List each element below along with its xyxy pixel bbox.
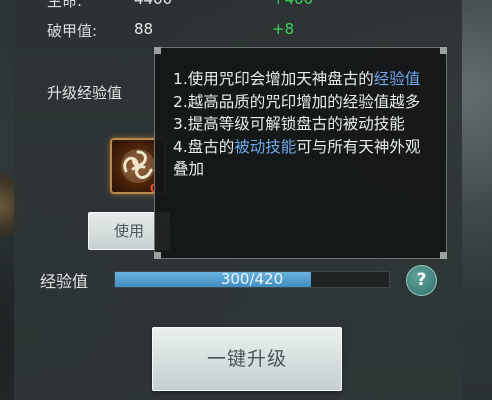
tooltip-line: 2.越高品质的咒印增加的经验值越多: [173, 91, 435, 114]
info-tooltip: 1.使用咒印会增加天神盘古的经验值 2.越高品质的咒印增加的经验值越多 3.提高等级…: [154, 47, 447, 259]
experience-label: 经验值: [40, 272, 89, 291]
tooltip-highlight: 被动技能: [234, 137, 297, 156]
tooltip-line: 4.盘古的被动技能可与所有天神外观叠加: [173, 136, 435, 181]
stat-value-hp: 4400: [134, 0, 172, 8]
tooltip-corner: [154, 252, 161, 259]
tooltip-line: 1.使用咒印会增加天神盘古的经验值: [173, 68, 435, 91]
tooltip-highlight: 经验值: [373, 70, 421, 88]
tooltip-corner: [154, 47, 161, 54]
stat-plus-hp: +400: [272, 0, 313, 8]
experience-value: 300/420: [220, 270, 284, 288]
tooltip-segment: 1.使用咒印会增加天神盘古的: [173, 70, 374, 88]
experience-bar: 300/420: [114, 270, 390, 288]
spiral-seal-icon: [121, 149, 155, 183]
tooltip-text: 1.使用咒印会增加天神盘古的经验值 2.越高品质的咒印增加的经验值越多 3.提高等级…: [173, 68, 435, 181]
tooltip-segment: 4.盘古的: [173, 137, 235, 156]
tooltip-corner: [440, 47, 447, 54]
stat-plus-armor-break: +8: [272, 20, 295, 38]
stat-label-armor-break: 破甲值:: [47, 22, 98, 40]
section-title: 升级经验值: [47, 84, 123, 102]
stat-value-armor-break: 88: [134, 20, 154, 38]
tooltip-segment: 2.越高品质的咒印增加的经验值越多: [173, 92, 421, 111]
stat-label-hp: 生命:: [47, 0, 83, 10]
one-key-upgrade-button[interactable]: 一键升级: [152, 327, 342, 391]
tooltip-corner: [440, 252, 447, 259]
help-button[interactable]: ?: [406, 265, 437, 296]
tooltip-line: 3.提高等级可解锁盘古的被动技能: [173, 113, 435, 136]
tooltip-segment: 3.提高等级可解锁盘古的被动技能: [173, 115, 405, 134]
